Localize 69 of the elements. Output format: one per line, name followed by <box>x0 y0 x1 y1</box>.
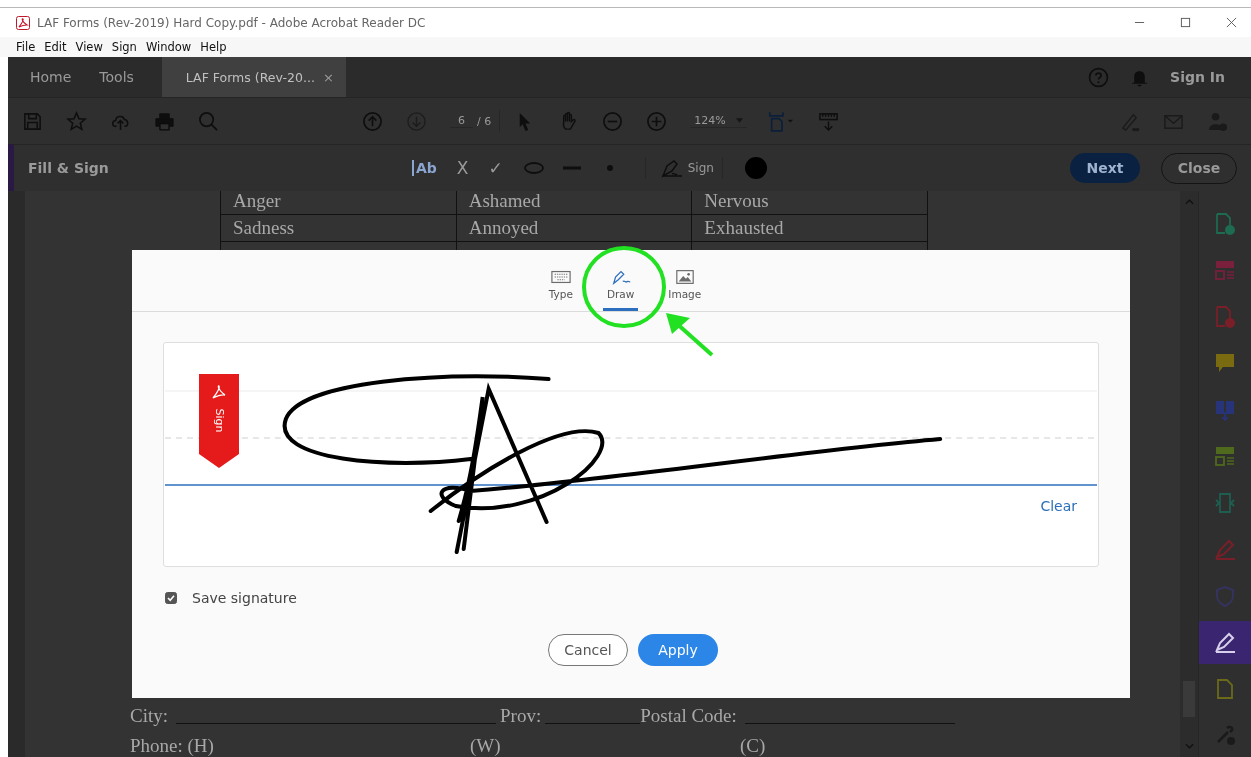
window-title: LAF Forms (Rev-2019) Hard Copy.pdf - Adobe Acrobat Reader DC <box>37 15 426 30</box>
page-total: / 6 <box>477 114 492 128</box>
save-signature-checkbox[interactable] <box>165 592 177 604</box>
signature-drawing-area[interactable]: Sign Clear <box>163 342 1099 567</box>
scroll-down-icon[interactable] <box>1184 743 1194 749</box>
next-button[interactable]: Next <box>1070 153 1140 183</box>
signature-mode-tab[interactable]: Draw <box>602 250 639 311</box>
fill-sign-title: Fill & Sign <box>28 160 109 176</box>
menu-item[interactable]: Edit <box>44 40 67 54</box>
scroll-up-icon[interactable] <box>1184 199 1194 205</box>
table-cell: Annoyed <box>455 215 692 241</box>
save-signature-label: Save signature <box>192 590 297 606</box>
cancel-button[interactable]: Cancel <box>548 634 628 666</box>
page-number-field[interactable]: 6 <box>450 114 473 128</box>
table-cell: Nervous <box>691 191 928 214</box>
selected-tool[interactable] <box>1199 620 1251 664</box>
menu-item[interactable]: File <box>16 40 36 54</box>
previous-page-icon[interactable] <box>362 110 383 132</box>
menu-item[interactable]: View <box>75 40 103 54</box>
table-cell: Exhausted <box>691 215 928 241</box>
nav-tab[interactable]: Home <box>16 57 86 97</box>
nav-tab[interactable]: Tools <box>85 57 148 97</box>
table-cell: Anger <box>220 191 456 214</box>
tab-close-button[interactable]: × <box>322 69 334 85</box>
save-icon[interactable] <box>22 110 43 132</box>
caret-icon <box>735 118 743 123</box>
document-tab[interactable]: LAF Forms (Rev-20... × <box>161 57 346 97</box>
help-icon[interactable] <box>1088 66 1110 88</box>
zoom-out-icon[interactable] <box>602 110 624 132</box>
table-cell: Ashamed <box>455 191 692 214</box>
postal-code-label: Postal Code: <box>640 705 737 727</box>
tab-label: LAF Forms (Rev-20... <box>185 69 315 85</box>
print-icon[interactable] <box>154 110 175 132</box>
signature-mode-tab[interactable]: Type <box>544 250 577 311</box>
keyboard-icon <box>550 269 571 285</box>
province-label: Prov: <box>500 705 542 727</box>
search-icon[interactable] <box>198 110 219 132</box>
apply-button[interactable]: Apply <box>638 634 718 666</box>
signature-mode-tab[interactable]: Image <box>664 250 706 311</box>
annotation-arrow <box>666 313 714 357</box>
close-icon[interactable] <box>1226 17 1237 28</box>
pdf-app-icon <box>16 15 30 30</box>
sign-in-link[interactable]: Sign In <box>1170 69 1225 85</box>
ruler-download-icon[interactable] <box>817 110 839 132</box>
pen-nib-icon <box>610 269 631 285</box>
ink-color-icon[interactable] <box>744 157 767 179</box>
star-icon[interactable] <box>66 110 87 132</box>
zoom-in-icon[interactable] <box>646 110 668 132</box>
work-phone-label: (W) <box>470 735 502 757</box>
adobe-sign-flag: Sign <box>199 374 239 468</box>
check-tool[interactable]: ✓ <box>488 158 503 178</box>
add-text-tool[interactable]: Ab <box>411 160 437 176</box>
table-cell: Sadness <box>220 215 456 241</box>
home-phone-label: Phone: (H) <box>130 735 215 757</box>
ellipse-icon[interactable] <box>522 161 545 175</box>
acrobat-logo-icon <box>211 384 227 400</box>
maximize-icon[interactable] <box>1180 17 1191 28</box>
fit-page-icon[interactable] <box>766 110 795 132</box>
menu-item[interactable]: Help <box>200 40 227 54</box>
pen-nib-icon <box>659 158 684 178</box>
cross-tool[interactable]: X <box>456 158 469 178</box>
city-label: City: <box>130 705 168 727</box>
image-icon <box>674 269 695 285</box>
clear-link[interactable]: Clear <box>1040 498 1077 514</box>
zoom-dropdown[interactable]: 124% <box>690 114 747 128</box>
sign-tool-button[interactable]: Sign <box>659 158 714 178</box>
menu-item[interactable]: Window <box>145 40 192 54</box>
cell-phone-label: (C) <box>740 735 766 757</box>
menu-item[interactable]: Sign <box>111 40 137 54</box>
